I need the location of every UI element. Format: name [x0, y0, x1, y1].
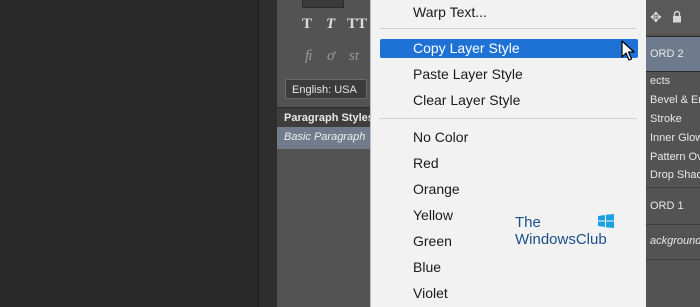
language-select[interactable]: English: USA [285, 79, 367, 99]
menu-item-yellow[interactable]: Yellow [413, 207, 453, 223]
faux-bold-button[interactable]: T [302, 16, 312, 33]
paragraph-styles-tab[interactable]: Paragraph Styles [277, 107, 372, 128]
menu-separator [379, 118, 637, 119]
effect-drop-shadow[interactable]: Drop Shad [650, 169, 700, 181]
effect-pattern-overlay[interactable]: Pattern Ov [650, 151, 700, 163]
layers-panel: ✥ ORD 2 ects Bevel & Em Stroke Inner Glo… [646, 0, 700, 307]
menu-item-green[interactable]: Green [413, 233, 452, 249]
context-menu: Warp Text... Copy Layer Style Paste Laye… [370, 0, 647, 307]
menu-item-violet[interactable]: Violet [413, 285, 448, 301]
watermark-line1: The [515, 214, 541, 231]
ligatures-button[interactable]: ﬁ [305, 48, 313, 65]
effect-bevel-emboss[interactable]: Bevel & Em [650, 94, 700, 106]
menu-item-orange[interactable]: Orange [413, 181, 460, 197]
watermark: The WindowsClub [515, 214, 615, 252]
lock-icon[interactable] [672, 10, 682, 23]
layer-word-1[interactable]: ORD 1 [646, 187, 700, 224]
menu-separator [379, 28, 637, 29]
workspace-area [0, 0, 258, 307]
menu-item-blue[interactable]: Blue [413, 259, 441, 275]
layer-name: ackground [650, 235, 700, 247]
menu-item-label: Copy Layer Style [413, 40, 520, 56]
panel-divider[interactable] [258, 0, 277, 307]
effect-inner-glow[interactable]: Inner Glow [650, 132, 700, 144]
windows-logo-icon [598, 214, 614, 228]
menu-item-warp-text[interactable]: Warp Text... [413, 4, 487, 20]
faux-italic-button[interactable]: T [326, 16, 335, 33]
paragraph-styles-list: Basic Paragraph [277, 127, 372, 307]
menu-item-copy-layer-style[interactable]: Copy Layer Style [380, 39, 638, 58]
all-caps-button[interactable]: TT [347, 16, 367, 33]
effects-label[interactable]: ects [650, 75, 670, 87]
menu-item-red[interactable]: Red [413, 155, 439, 171]
character-panel: T T TT Tt ﬁ ơ st English: USA Paragraph … [277, 0, 372, 307]
mouse-cursor-icon [621, 40, 635, 61]
menu-item-clear-layer-style[interactable]: Clear Layer Style [413, 92, 520, 108]
size-field[interactable] [302, 0, 344, 8]
menu-item-paste-layer-style[interactable]: Paste Layer Style [413, 66, 523, 82]
move-icon[interactable]: ✥ [650, 9, 662, 26]
layers-toolbar: ✥ [646, 0, 700, 34]
layer-background[interactable]: ackground [646, 224, 700, 260]
language-select-value: English: USA [292, 84, 357, 96]
paragraph-styles-title: Paragraph Styles [284, 112, 372, 124]
effect-stroke[interactable]: Stroke [650, 113, 682, 125]
layer-name: ORD 2 [650, 48, 684, 60]
discretionary-ligatures-button[interactable]: st [349, 48, 359, 65]
menu-item-no-color[interactable]: No Color [413, 129, 468, 145]
paragraph-style-item[interactable]: Basic Paragraph [277, 127, 372, 149]
watermark-line2: WindowsClub [515, 231, 607, 248]
layer-word-2[interactable]: ORD 2 [646, 36, 700, 72]
contextual-alternates-button[interactable]: ơ [327, 48, 335, 65]
paragraph-style-label: Basic Paragraph [284, 131, 366, 143]
layer-name: ORD 1 [650, 200, 684, 212]
